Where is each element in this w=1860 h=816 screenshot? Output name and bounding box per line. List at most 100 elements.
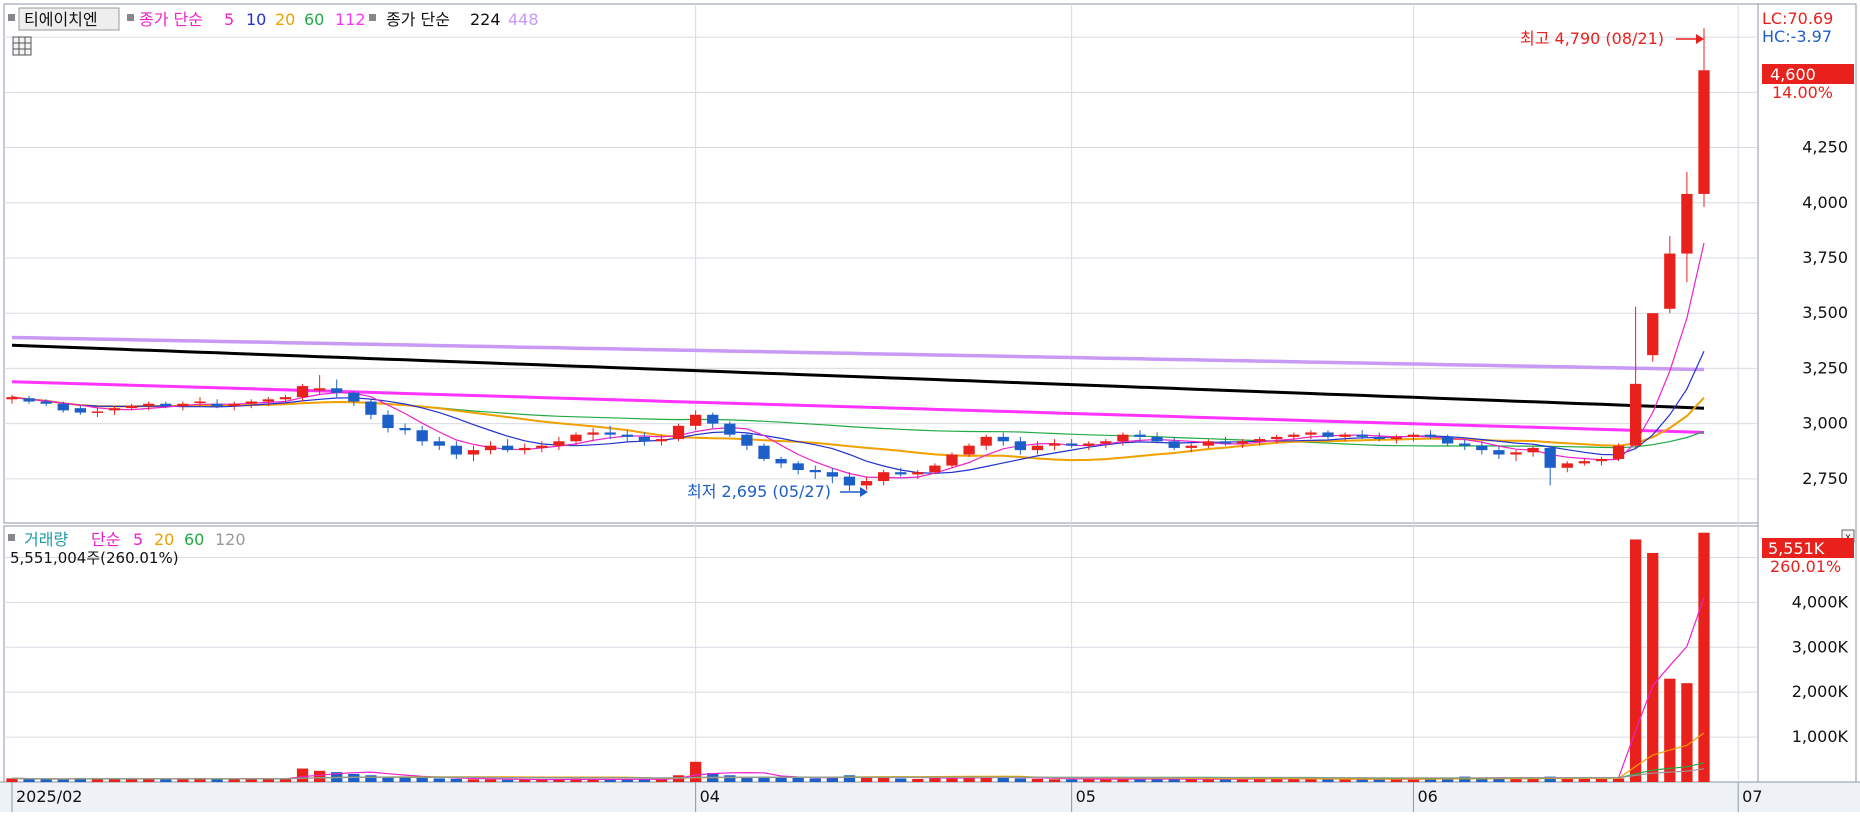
candle-body xyxy=(519,447,531,451)
stock-name: 티에이치엔 xyxy=(24,10,98,29)
candle-body xyxy=(501,445,514,451)
price-tick-label: 2,750 xyxy=(1802,469,1848,488)
month-label: 04 xyxy=(700,787,720,806)
current-price-label: 4,600 xyxy=(1770,65,1816,84)
volume-bar xyxy=(1219,779,1232,782)
candle-body xyxy=(1083,443,1095,446)
volume-bar xyxy=(877,777,890,782)
candle-body xyxy=(1390,436,1403,440)
candle-body xyxy=(331,388,343,393)
legend-vol-ma120: 120 xyxy=(215,530,246,549)
legend-vol-ma-prefix: 단순 xyxy=(91,530,120,549)
candle-body xyxy=(1339,434,1351,437)
volume-bar xyxy=(724,775,736,782)
candle-body xyxy=(997,436,1009,442)
volume-bar xyxy=(1031,778,1044,782)
volume-bar xyxy=(1698,532,1710,782)
candle-body xyxy=(1065,443,1078,446)
legend-ma10: 10 xyxy=(246,10,266,29)
candle-body xyxy=(672,425,685,440)
volume-bar xyxy=(365,775,377,782)
volume-bar xyxy=(160,779,172,782)
grid-toggle-icon[interactable] xyxy=(12,36,32,56)
legend-ma5: 5 xyxy=(224,10,234,29)
candle-body xyxy=(843,476,856,486)
volume-bar xyxy=(1510,778,1522,782)
candle-body xyxy=(689,414,702,426)
candle-body xyxy=(1441,436,1454,444)
candle-body xyxy=(1168,441,1180,448)
candle-body xyxy=(1459,443,1471,446)
candle-body xyxy=(570,434,582,442)
volume-bar xyxy=(1014,778,1027,782)
candle-body xyxy=(1664,253,1676,309)
candle-body xyxy=(877,472,890,482)
volume-bar xyxy=(689,761,702,782)
candle-body xyxy=(365,401,377,415)
candle-body xyxy=(160,403,172,406)
volume-bar xyxy=(1185,779,1197,782)
volume-bar xyxy=(245,779,257,782)
candle-body xyxy=(23,398,35,402)
x-axis-bar xyxy=(0,782,1860,812)
candle-body xyxy=(655,439,668,442)
candle-body xyxy=(1151,436,1163,442)
volume-bar xyxy=(929,777,941,782)
volume-bar xyxy=(809,778,821,782)
candle-body xyxy=(262,399,275,402)
candle-body xyxy=(1510,452,1522,455)
volume-change-label: 260.01% xyxy=(1770,557,1841,576)
legend-marker xyxy=(8,14,15,21)
volume-bar xyxy=(40,779,52,782)
month-label: 05 xyxy=(1076,787,1096,806)
volume-bar xyxy=(1065,779,1078,782)
candle-body xyxy=(1134,434,1146,437)
legend-volume: 거래량 xyxy=(24,530,68,549)
legend-ma112: 112 xyxy=(335,10,366,29)
candle-body xyxy=(1271,436,1283,440)
current-volume-label: 5,551K xyxy=(1768,539,1825,558)
volume-bar xyxy=(450,778,463,782)
candle-body xyxy=(1014,441,1027,451)
candle-body xyxy=(1595,458,1608,462)
candle-body xyxy=(1117,434,1129,442)
candle-body xyxy=(467,450,480,455)
candle-body xyxy=(6,397,18,400)
candle-body xyxy=(1185,445,1197,448)
volume-bar xyxy=(1390,779,1403,782)
candle-body xyxy=(1219,441,1232,444)
candle-body xyxy=(758,445,770,459)
volume-bar xyxy=(23,778,35,782)
hc-indicator: HC:-3.97 xyxy=(1762,27,1832,46)
candle-body xyxy=(1476,445,1488,451)
price-tick-label: 3,250 xyxy=(1802,358,1848,377)
legend-marker xyxy=(369,14,376,21)
legend-ma60: 60 xyxy=(304,10,324,29)
legend-ma224: 224 xyxy=(470,10,501,29)
candle-body xyxy=(809,469,821,473)
lc-indicator: LC:70.69 xyxy=(1762,9,1833,28)
candle-body xyxy=(1493,450,1505,455)
price-tick-label: 3,000 xyxy=(1802,414,1848,433)
candle-body xyxy=(57,403,69,411)
candle-body xyxy=(1288,434,1300,437)
volume-bar xyxy=(433,778,445,782)
volume-bar xyxy=(775,777,787,782)
volume-bar xyxy=(484,779,497,782)
legend-ma2-prefix: 종가 단순 xyxy=(386,10,450,29)
candle-body xyxy=(860,481,873,486)
candle-body xyxy=(912,472,924,475)
volume-bar xyxy=(1407,779,1420,782)
candle-body xyxy=(1527,447,1539,453)
stock-chart-canvas: 2,750 3,000 3,250 3,500 3,750 4,000 4,250 1,000… xyxy=(0,3,1860,812)
volume-bar xyxy=(1629,539,1642,782)
high-annotation: 최고 4,790 (08/21) xyxy=(1520,29,1664,48)
stock-chart: 2,750 3,000 3,250 3,500 3,750 4,000 4,250 1,000… xyxy=(0,0,1860,812)
month-label: 07 xyxy=(1742,787,1762,806)
volume-bar xyxy=(1664,678,1676,782)
candle-body xyxy=(382,414,394,429)
volume-bar xyxy=(57,779,69,782)
volume-bar xyxy=(501,779,514,782)
candle-body xyxy=(313,388,326,391)
candle-body xyxy=(433,441,445,446)
